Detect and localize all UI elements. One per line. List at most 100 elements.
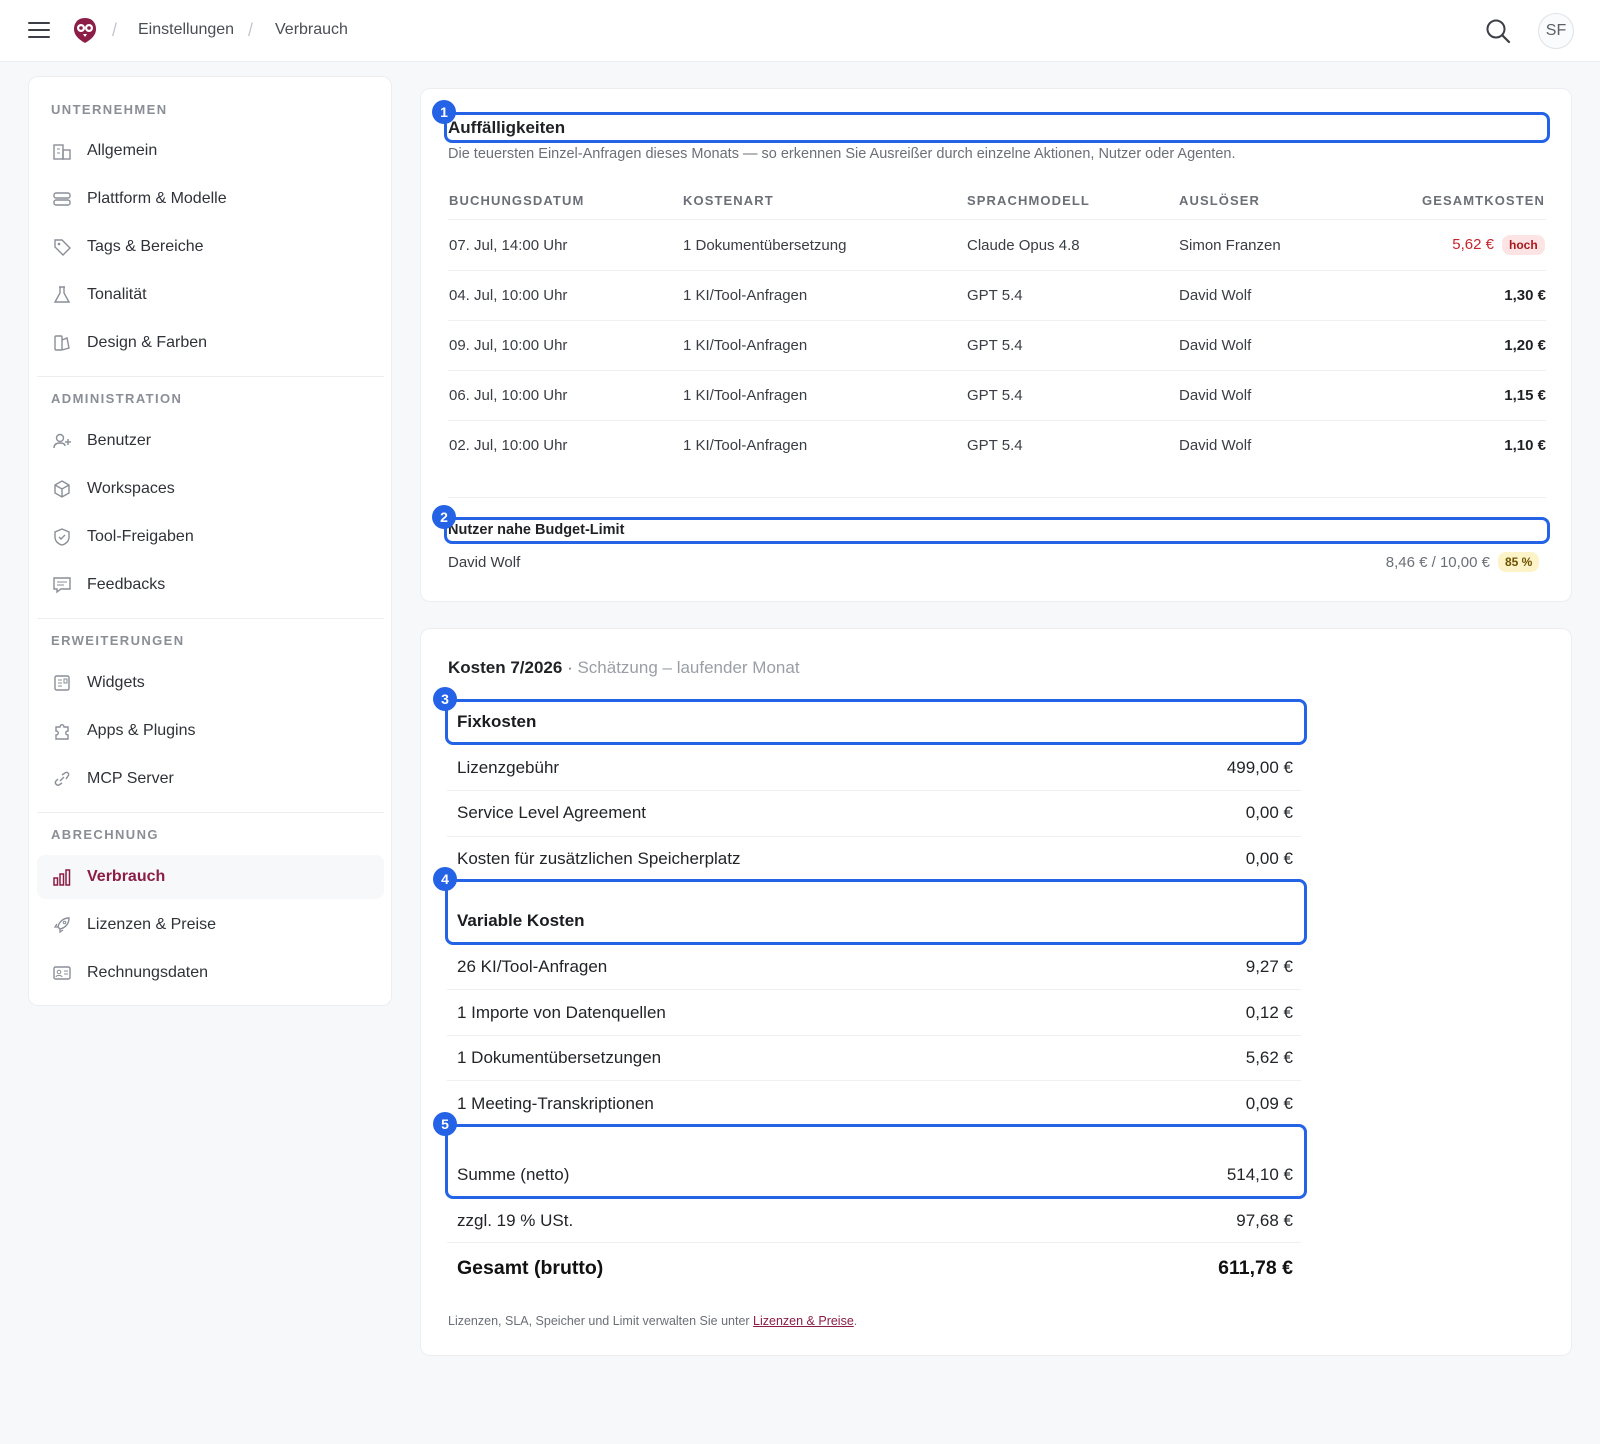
menu-icon[interactable] [28,22,50,40]
database-icon [51,188,73,210]
section-title-administration: ADMINISTRATION [51,391,183,406]
row-4-trigger: David Wolf [1179,437,1252,454]
costs-header: Kosten 7/2026 · Schätzung – laufender Mo… [448,658,800,678]
column-header-buchungsdatum[interactable]: BUCHUNGSDATUM [449,193,584,208]
palette-icon [51,332,73,354]
bar-chart-icon [51,866,73,888]
row-4-model: GPT 5.4 [967,437,1023,454]
sidebar-divider [37,812,384,813]
sidebar-item-label: Tags & Bereiche [87,238,204,255]
row-2-cost: 1,20 € [1504,337,1546,354]
sidebar-item-rechnungsdaten[interactable]: Rechnungsdaten [37,951,384,995]
breadcrumb-einstellungen[interactable]: Einstellungen [138,21,234,39]
flask-icon [51,284,73,306]
sidebar-item-mcp-server[interactable]: MCP Server [37,757,384,801]
budget-usage: 8,46 € / 10,00 € [1385,554,1490,571]
id-card-icon [51,962,73,984]
variable-item-0-label: 26 KI/Tool-Anfragen [457,957,608,976]
sidebar-item-design-farben[interactable]: Design & Farben [37,321,384,365]
sidebar-item-label: Workspaces [87,480,175,497]
sidebar-item-label: Tool-Freigaben [87,528,194,545]
highlight-box-3 [445,699,1307,745]
row-4-type: 1 KI/Tool-Anfragen [683,437,808,454]
budget-user: David Wolf [448,554,521,571]
sidebar-item-label: Benutzer [87,432,152,449]
sidebar-item-allgemein[interactable]: Allgemein [37,129,384,173]
variable-item-1-label: 1 Importe von Datenquellen [457,1003,666,1022]
column-header-gesamtkosten[interactable]: GESAMTKOSTEN [1380,193,1545,208]
fixed-item-2-label: Kosten für zusätzlichen Speicherplatz [457,849,741,868]
sidebar-item-label: Lizenzen & Preise [87,916,216,933]
fixed-item-1-label: Service Level Agreement [457,803,646,822]
sidebar-item-tool-freigaben[interactable]: Tool-Freigaben [37,515,384,559]
settings-sidebar: UNTERNEHMEN Allgemein Plattform & Modell… [28,76,392,1006]
cost-high-badge: hoch [1502,235,1545,255]
sidebar-item-workspaces[interactable]: Workspaces [37,467,384,511]
row-1-cost: 1,30 € [1504,287,1546,304]
breadcrumb-separator: / [248,20,254,40]
highlight-box-2 [444,517,1550,544]
sidebar-item-label: Feedbacks [87,576,166,593]
sidebar-item-tonalitaet[interactable]: Tonalität [37,273,384,317]
puzzle-icon [51,720,73,742]
annotation-marker-5: 5 [433,1112,457,1136]
breadcrumb-verbrauch: Verbrauch [275,21,348,38]
sidebar-item-label: Apps & Plugins [87,722,196,739]
row-0-trigger: Simon Franzen [1179,237,1281,254]
top-bar: / Einstellungen / Verbrauch SF [0,0,1600,62]
comment-icon [51,574,73,596]
gross-total-label: Gesamt (brutto) [457,1257,604,1279]
highlight-box-1 [444,112,1550,143]
sidebar-item-feedbacks[interactable]: Feedbacks [37,563,384,607]
user-plus-icon [51,430,73,452]
sidebar-item-label: Widgets [87,674,145,691]
sidebar-item-verbrauch[interactable]: Verbrauch [37,855,384,899]
row-2-date: 09. Jul, 10:00 Uhr [449,337,568,354]
search-icon[interactable] [1485,18,1511,44]
row-3-model: GPT 5.4 [967,387,1023,404]
row-2-model: GPT 5.4 [967,337,1023,354]
building-icon [51,140,73,162]
footnote-end: . [853,1314,858,1328]
sidebar-item-apps-plugins[interactable]: Apps & Plugins [37,709,384,753]
annotation-marker-2: 2 [432,505,456,529]
lizenzen-preise-link[interactable]: Lizenzen & Preise [753,1314,854,1328]
row-2-trigger: David Wolf [1179,337,1252,354]
footnote-text: Lizenzen, SLA, Speicher und Limit verwal… [448,1314,754,1328]
table-row-divider [448,420,1546,421]
cost-row-divider [447,1242,1301,1243]
row-1-date: 04. Jul, 10:00 Uhr [449,287,568,304]
fixed-item-1-value: 0,00 € [1245,803,1293,822]
variable-item-2-value: 5,62 € [1245,1048,1293,1067]
variable-item-3-value: 0,09 € [1245,1094,1293,1113]
sidebar-item-lizenzen-preise[interactable]: Lizenzen & Preise [37,903,384,947]
table-row-divider [448,320,1546,321]
row-3-type: 1 KI/Tool-Anfragen [683,387,808,404]
row-4-date: 02. Jul, 10:00 Uhr [449,437,568,454]
owl-logo-icon[interactable] [72,16,98,44]
section-title-erweiterungen: ERWEITERUNGEN [51,633,185,648]
sidebar-item-benutzer[interactable]: Benutzer [37,419,384,463]
table-row-divider [448,270,1546,271]
row-0-date: 07. Jul, 14:00 Uhr [449,237,568,254]
row-1-model: GPT 5.4 [967,287,1023,304]
sidebar-item-tags-bereiche[interactable]: Tags & Bereiche [37,225,384,269]
fixed-item-0-value: 499,00 € [1226,758,1293,777]
costs-title: Kosten 7/2026 [448,658,563,677]
cost-row-divider [447,1035,1301,1036]
column-header-ausloeser[interactable]: AUSLÖSER [1179,193,1260,208]
user-avatar[interactable]: SF [1538,13,1574,49]
row-2-type: 1 KI/Tool-Anfragen [683,337,808,354]
sidebar-item-label: Plattform & Modelle [87,190,227,207]
sidebar-item-widgets[interactable]: Widgets [37,661,384,705]
section-divider [448,497,1546,498]
column-header-kostenart[interactable]: KOSTENART [683,193,774,208]
variable-item-1-value: 0,12 € [1245,1003,1293,1022]
costs-footnote: Lizenzen, SLA, Speicher und Limit verwal… [448,1314,857,1328]
sidebar-item-plattform-modelle[interactable]: Plattform & Modelle [37,177,384,221]
sidebar-item-label: Rechnungsdaten [87,964,208,981]
fixed-item-0-label: Lizenzgebühr [457,758,560,777]
highlight-box-4 [445,879,1307,945]
column-header-sprachmodell[interactable]: SPRACHMODELL [967,193,1090,208]
fixed-item-2-value: 0,00 € [1245,849,1293,868]
